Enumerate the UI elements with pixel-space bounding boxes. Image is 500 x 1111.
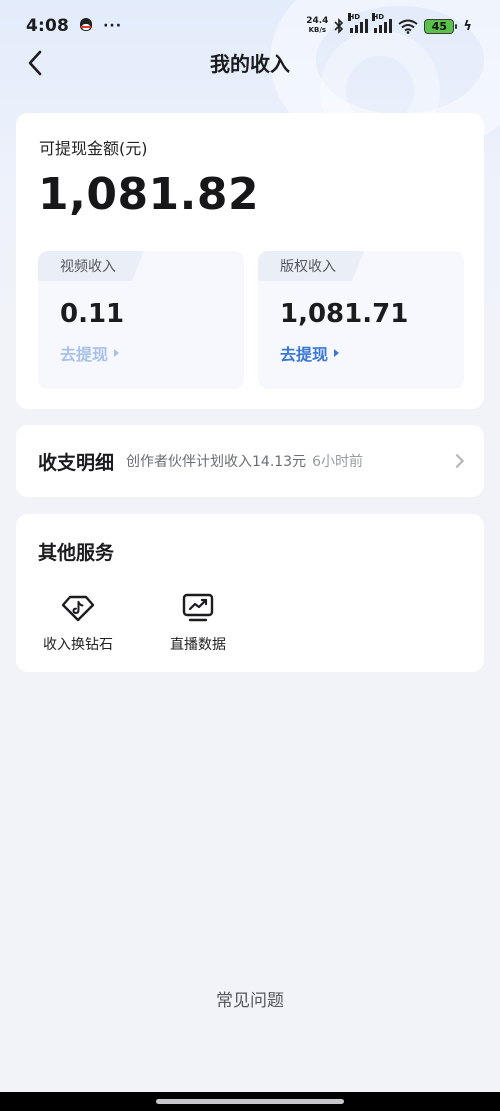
copyright-withdraw-button[interactable]: 去提现: [280, 341, 340, 365]
video-income-amount: 0.11: [60, 299, 125, 329]
latest-transaction: 创作者伙伴计划收入14.13元: [126, 454, 307, 470]
network-speed: 24.4 KB/s: [306, 17, 328, 35]
income-details-row[interactable]: 收支明细 创作者伙伴计划收入14.13元 6小时前: [16, 425, 484, 497]
signal-hd-label: HD: [348, 13, 361, 21]
video-income-card: 视频收入 0.11 去提现: [38, 251, 244, 389]
live-data-label: 直播数据: [170, 637, 226, 653]
chevron-right-icon: [449, 453, 465, 469]
latest-transaction-time: 6小时前: [312, 454, 364, 470]
wifi-icon: [398, 19, 419, 34]
signal-icon: HD: [348, 13, 369, 33]
signal-hd-label: HD: [372, 13, 385, 21]
bluetooth-icon: [334, 18, 344, 34]
video-withdraw-button[interactable]: 去提现: [60, 341, 120, 365]
video-income-label: 视频收入: [38, 251, 144, 281]
other-services-title: 其他服务: [38, 542, 115, 564]
copyright-income-label: 版权收入: [258, 251, 364, 281]
copyright-withdraw-label: 去提现: [280, 345, 329, 364]
exchange-diamond-button[interactable]: 收入换钻石: [38, 592, 118, 654]
caret-right-icon: [114, 349, 120, 357]
exchange-diamond-label: 收入换钻石: [43, 637, 113, 653]
network-speed-unit: KB/s: [308, 26, 327, 34]
withdrawable-label: 可提现金额(元): [39, 139, 148, 158]
live-data-button[interactable]: 直播数据: [158, 592, 238, 654]
back-arrow-icon: [28, 50, 42, 76]
caret-right-icon: [334, 349, 340, 357]
status-right: 24.4 KB/s HD HD 45 ϟ: [306, 13, 472, 35]
signal-icon: HD: [372, 13, 393, 33]
chart-monitor-icon: [181, 592, 215, 624]
battery-icon: 45: [424, 18, 458, 34]
status-left: 4:08 ···: [26, 16, 122, 36]
charging-icon: ϟ: [463, 18, 472, 34]
video-withdraw-label: 去提现: [60, 345, 109, 364]
qq-icon: [79, 18, 93, 34]
balance-card: 可提现金额(元) 1,081.82 视频收入 0.11 去提现 版权收入 1,0…: [16, 113, 484, 409]
income-details-title: 收支明细: [38, 451, 115, 474]
diamond-icon: [61, 592, 95, 624]
app-header: 我的收入: [0, 40, 500, 84]
copyright-income-card: 版权收入 1,081.71 去提现: [258, 251, 464, 389]
more-notifications-icon: ···: [103, 18, 123, 34]
status-time: 4:08: [26, 16, 70, 36]
withdrawable-amount: 1,081.82: [38, 169, 260, 220]
copyright-income-amount: 1,081.71: [280, 299, 409, 329]
network-speed-value: 24.4: [306, 16, 329, 26]
page-title: 我的收入: [210, 51, 290, 76]
other-services-card: 其他服务 收入换钻石 直播数据: [16, 514, 484, 672]
home-indicator[interactable]: [156, 1099, 344, 1104]
faq-link[interactable]: 常见问题: [0, 986, 500, 1011]
back-button[interactable]: [18, 46, 52, 80]
